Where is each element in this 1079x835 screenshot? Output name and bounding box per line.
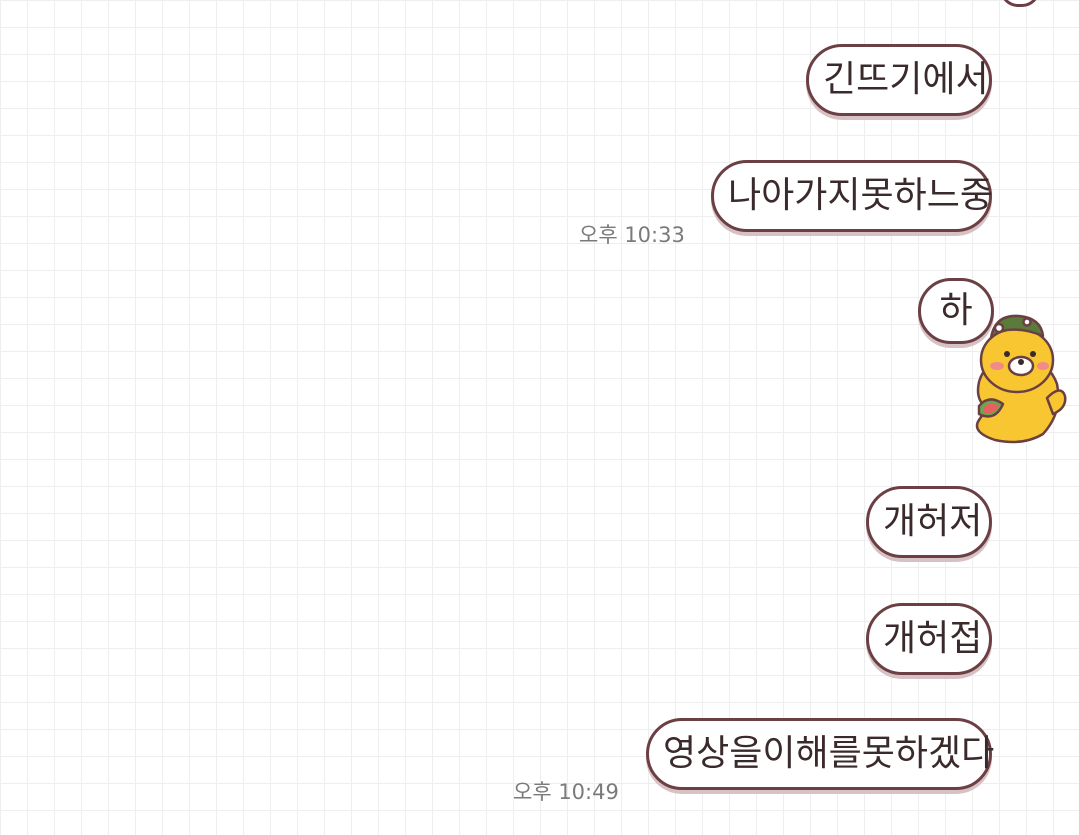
- lion-sticker-icon[interactable]: [965, 300, 1075, 450]
- message-bubble[interactable]: 영상을이해를못하겠다: [646, 718, 994, 790]
- message-bubble[interactable]: 개허접: [866, 603, 992, 675]
- chat-area: 긴뜨기에서 나아가지못하느중 오후 10:33 하 개허저 개허접 영상을이해를…: [0, 0, 1079, 835]
- message-bubble[interactable]: 긴뜨기에서: [806, 44, 992, 116]
- partial-bubble: [1000, 0, 1040, 7]
- message-bubble[interactable]: 개허저: [866, 486, 992, 558]
- message-timestamp: 오후 10:49: [513, 780, 619, 804]
- message-bubble[interactable]: 나아가지못하느중: [711, 160, 993, 232]
- message-timestamp: 오후 10:33: [579, 223, 685, 247]
